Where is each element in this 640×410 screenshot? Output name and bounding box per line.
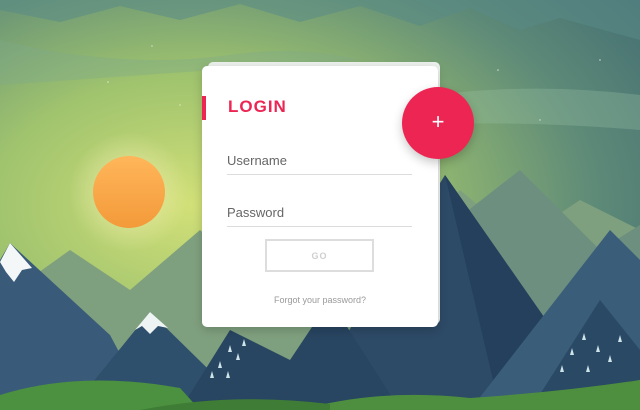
go-button[interactable]: GO [265, 239, 374, 272]
add-account-button[interactable]: + [402, 87, 474, 159]
password-input[interactable] [227, 205, 412, 220]
password-field [227, 196, 412, 227]
username-field [227, 144, 412, 175]
login-title: LOGIN [228, 97, 287, 116]
plus-icon: + [431, 109, 445, 134]
login-card: LOGIN GO Forgot your password? [202, 66, 438, 327]
username-input[interactable] [227, 153, 412, 168]
title-accent-bar [202, 96, 206, 120]
forgot-password-link[interactable]: Forgot your password? [202, 295, 438, 305]
